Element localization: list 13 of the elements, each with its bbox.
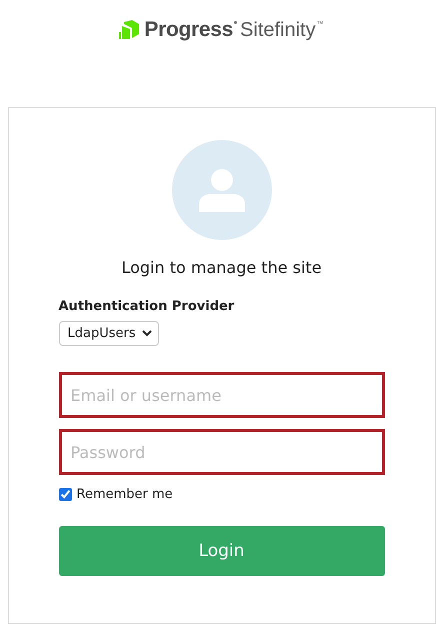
- logo-icon: [119, 20, 140, 40]
- brand-name: Progress: [144, 18, 234, 42]
- product-name: Sitefinity: [240, 18, 316, 42]
- login-title: Login to manage the site: [121, 258, 322, 277]
- user-icon: [196, 168, 246, 212]
- dot-icon: [234, 21, 238, 24]
- chevron-down-icon: [142, 330, 152, 337]
- password-field[interactable]: Password: [58, 429, 384, 475]
- remember-label: Remember me: [76, 487, 173, 502]
- provider-label: Authentication Provider: [58, 299, 236, 314]
- username-field[interactable]: Email or username: [58, 372, 384, 418]
- provider-select[interactable]: LdapUsers: [58, 321, 159, 346]
- remember-checkbox[interactable]: [58, 488, 72, 501]
